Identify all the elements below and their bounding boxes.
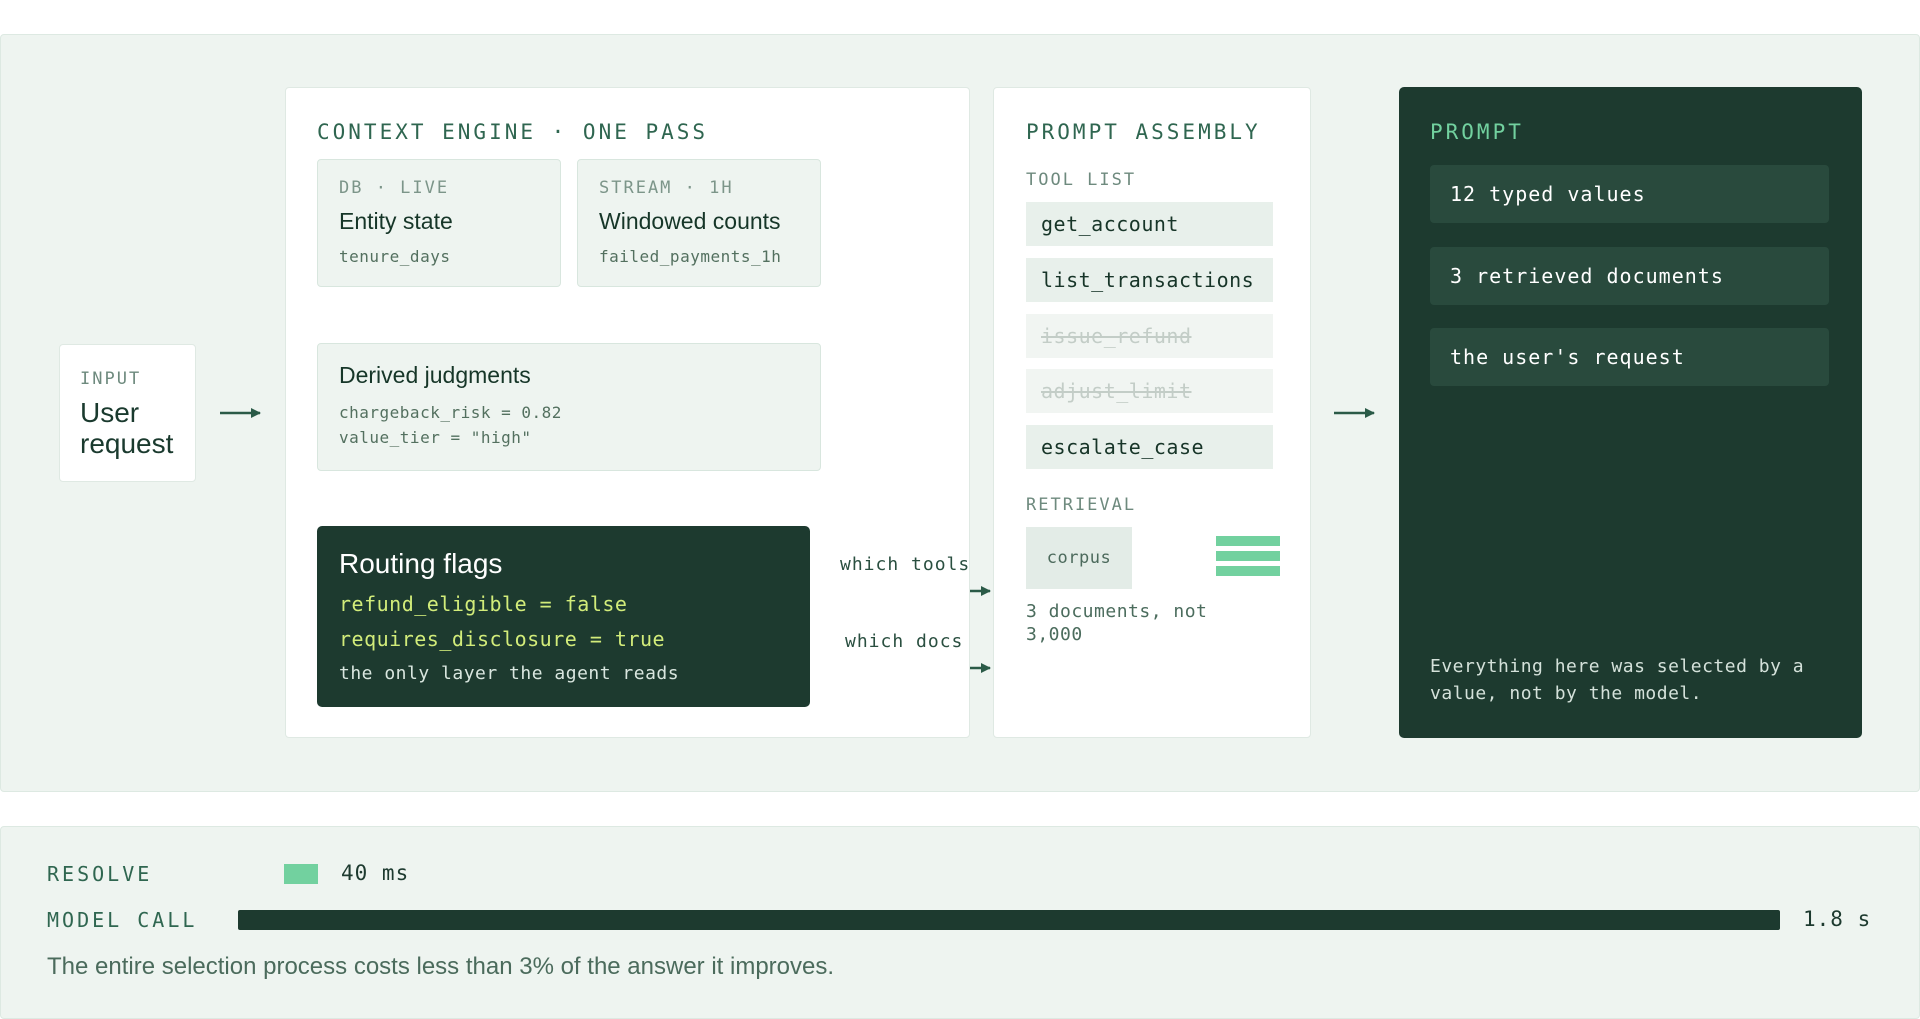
edge-label-which-tools: which tools <box>840 554 971 575</box>
timing-summary: The entire selection process costs less … <box>47 953 835 980</box>
retrieved-doc-bar-3 <box>1216 566 1280 576</box>
tool-issue-refund-disabled: issue_refund <box>1026 314 1273 358</box>
tool-escalate-case: escalate_case <box>1026 425 1273 469</box>
entity-state-title: Entity state <box>339 208 453 234</box>
resolve-label: RESOLVE <box>47 862 153 886</box>
prompt-item-user-request: the user's request <box>1430 328 1829 386</box>
corpus-box: corpus <box>1026 527 1132 589</box>
retrieved-doc-bar-1 <box>1216 536 1280 546</box>
windowed-counts-title: Windowed counts <box>599 208 781 234</box>
tool-list-transactions: list_transactions <box>1026 258 1273 302</box>
resolve-value: 40 ms <box>341 861 410 885</box>
edge-label-which-docs: which docs <box>845 631 964 652</box>
windowed-counts-kicker: STREAM · 1H <box>599 178 734 198</box>
entity-state-kicker: DB · LIVE <box>339 178 450 198</box>
model-call-bar <box>238 910 1780 930</box>
derived-title: Derived judgments <box>339 362 531 388</box>
retrieved-doc-bar-2 <box>1216 551 1280 561</box>
tool-get-account: get_account <box>1026 202 1273 246</box>
model-call-value: 1.8 s <box>1803 907 1872 931</box>
prompt-item-retrieved-docs: 3 retrieved documents <box>1430 247 1829 305</box>
windowed-counts-field: failed_payments_1h <box>599 247 782 266</box>
prompt-panel: PROMPT 12 typed values 3 retrieved docum… <box>1399 87 1862 738</box>
routing-flags-card: Routing flags refund_eligible = false re… <box>317 526 810 707</box>
routing-title: Routing flags <box>339 548 503 579</box>
prompt-title: PROMPT <box>1430 120 1524 144</box>
docs-note: 3 documents, not 3,000 <box>1026 601 1208 645</box>
tool-list-label: TOOL LIST <box>1026 170 1137 190</box>
windowed-counts-card: STREAM · 1H Windowed counts failed_payme… <box>577 159 821 287</box>
tool-adjust-limit-disabled: adjust_limit <box>1026 369 1273 413</box>
entity-state-card: DB · LIVE Entity state tenure_days <box>317 159 561 287</box>
derived-line-tier: value_tier = "high" <box>339 428 532 447</box>
assembly-title: PROMPT ASSEMBLY <box>1026 120 1261 144</box>
resolve-bar <box>284 864 319 884</box>
model-call-label: MODEL CALL <box>47 908 198 932</box>
engine-title: CONTEXT ENGINE · ONE PASS <box>317 120 709 144</box>
retrieval-label: RETRIEVAL <box>1026 495 1137 515</box>
flag-requires-disclosure: requires_disclosure = true <box>339 627 666 651</box>
derived-judgments-card: Derived judgments chargeback_risk = 0.82… <box>317 343 821 471</box>
prompt-note: Everything here was selected by a value,… <box>1430 656 1805 704</box>
prompt-assembly-panel: PROMPT ASSEMBLY TOOL LIST get_account li… <box>993 87 1311 738</box>
flag-refund-eligible: refund_eligible = false <box>339 592 628 616</box>
prompt-item-typed-values: 12 typed values <box>1430 165 1829 223</box>
routing-note: the only layer the agent reads <box>339 663 680 684</box>
derived-line-chargeback: chargeback_risk = 0.82 <box>339 403 562 422</box>
entity-state-field: tenure_days <box>339 247 451 266</box>
